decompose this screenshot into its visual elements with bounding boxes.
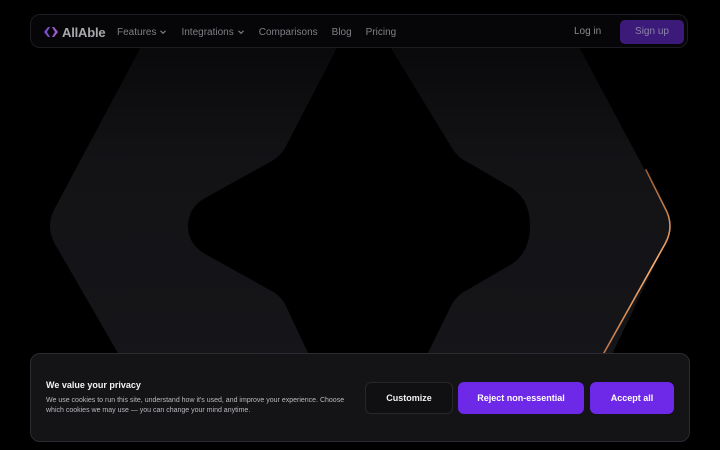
cookie-description: We use cookies to run this site, underst… bbox=[46, 397, 345, 414]
brand-name: AllAble bbox=[62, 24, 106, 40]
nav-item-blog[interactable]: Blog bbox=[332, 27, 352, 38]
nav-item-comparisons[interactable]: Comparisons bbox=[259, 27, 318, 38]
nav-item-integrations[interactable]: Integrations bbox=[181, 27, 244, 38]
chevron-down-icon bbox=[237, 30, 244, 35]
page: AllAble Features Integrations Comparison… bbox=[0, 0, 720, 450]
left-chevron-shape bbox=[50, 30, 344, 400]
nav-item-label: Comparisons bbox=[258, 26, 318, 38]
top-navbar: AllAble Features Integrations Comparison… bbox=[30, 14, 688, 48]
reject-non-essential-button[interactable]: Reject non-essential bbox=[458, 382, 584, 414]
chevron-down-icon bbox=[160, 30, 167, 35]
nav-item-label: Blog bbox=[331, 26, 352, 38]
allable-logo-icon bbox=[44, 27, 58, 37]
nav-item-pricing[interactable]: Pricing bbox=[366, 27, 397, 38]
nav-item-label: Features bbox=[117, 26, 157, 38]
nav-links: Features Integrations Comparisons Blog P… bbox=[117, 15, 410, 49]
cookie-title: We value your privacy bbox=[46, 380, 141, 390]
customize-button[interactable]: Customize bbox=[365, 382, 453, 414]
brand-logo[interactable]: AllAble bbox=[43, 23, 106, 41]
nav-item-features[interactable]: Features bbox=[117, 27, 167, 38]
nav-item-label: Integrations bbox=[181, 26, 234, 38]
accept-all-button[interactable]: Accept all bbox=[590, 382, 674, 414]
login-link[interactable]: Log in bbox=[574, 15, 601, 49]
right-chevron-shape bbox=[380, 30, 670, 400]
signup-button[interactable]: Sign up bbox=[620, 20, 684, 44]
nav-item-label: Pricing bbox=[365, 26, 397, 38]
cookie-consent-banner: We value your privacy We use cookies to … bbox=[30, 353, 690, 442]
